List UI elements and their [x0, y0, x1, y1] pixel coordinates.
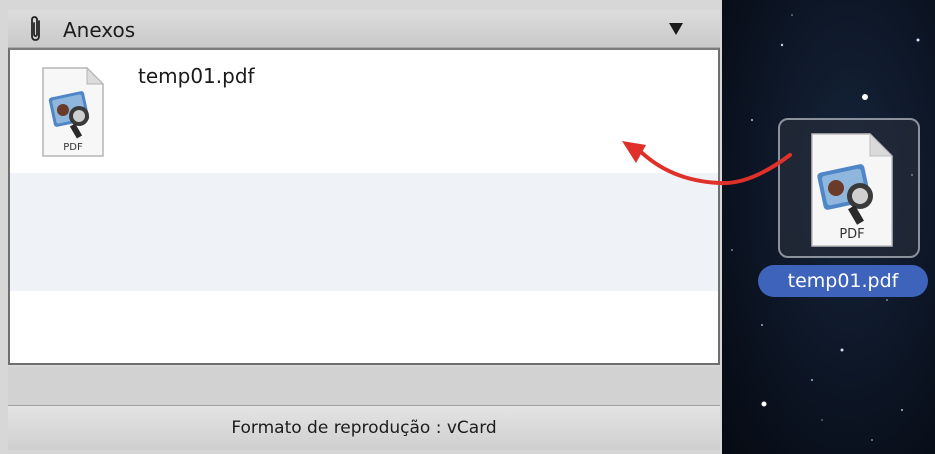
attachments-list[interactable]: PDF temp01.pdf: [8, 48, 720, 365]
attachment-filename[interactable]: temp01.pdf: [138, 64, 255, 88]
status-strip: [8, 367, 720, 405]
pdf-file-icon: PDF: [811, 132, 894, 247]
desktop-file-label[interactable]: temp01.pdf: [758, 265, 928, 297]
list-item-empty: [10, 291, 718, 363]
playback-format-text: Formato de reprodução : vCard: [231, 418, 497, 438]
attachments-panel: Anexos PDF temp01.pdf Formato de reprodu…: [0, 0, 725, 454]
status-bar: Formato de reprodução : vCard: [8, 405, 720, 450]
pdf-label: PDF: [839, 227, 864, 242]
attachments-title: Anexos: [63, 18, 136, 42]
paperclip-icon: [31, 16, 40, 41]
triangle-down-icon[interactable]: [668, 22, 684, 36]
curved-arrow-icon: [622, 141, 792, 186]
pdf-file-icon: PDF: [42, 66, 105, 157]
pdf-label: PDF: [63, 142, 83, 153]
attachments-header[interactable]: Anexos: [8, 10, 720, 48]
